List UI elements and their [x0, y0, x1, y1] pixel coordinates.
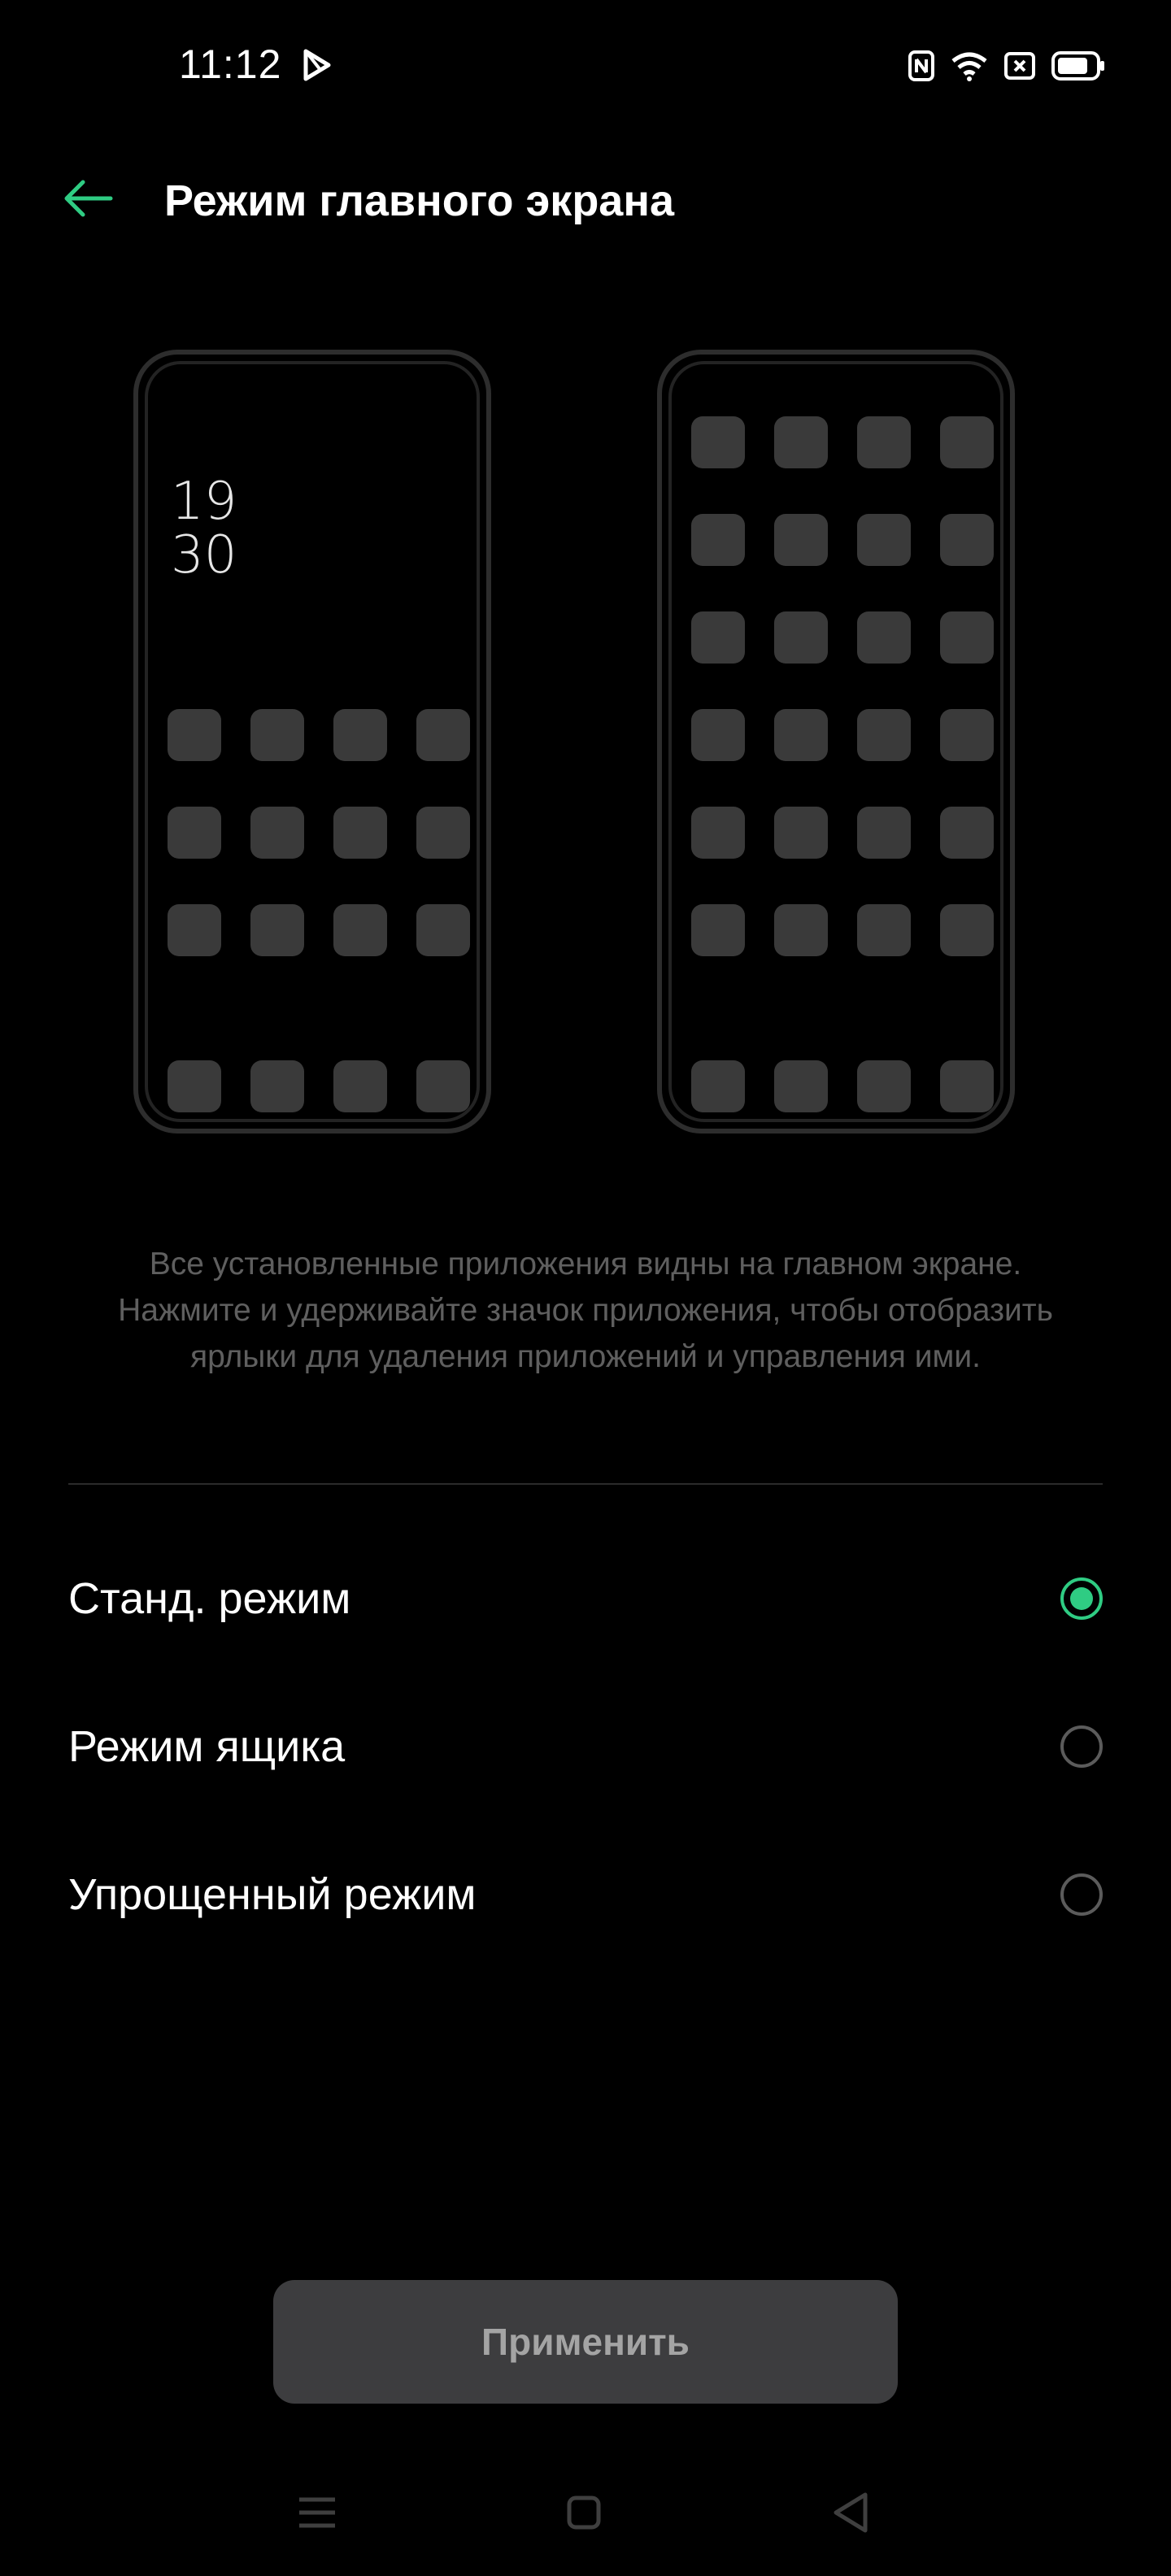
app-tile [416, 709, 470, 761]
app-tile [774, 416, 828, 468]
app-tile [940, 416, 994, 468]
app-tile [691, 709, 745, 761]
play-store-notification-icon [303, 49, 332, 81]
option-label: Станд. режим [68, 1574, 351, 1623]
radio-unselected[interactable] [1060, 1725, 1103, 1768]
app-tile [940, 904, 994, 956]
app-tile [857, 709, 911, 761]
app-tile [168, 709, 221, 761]
dock-grid [691, 1060, 994, 1112]
arrow-left-icon [64, 180, 113, 217]
apply-button[interactable]: Применить [273, 2280, 898, 2404]
app-tile [857, 904, 911, 956]
app-tile [416, 807, 470, 859]
app-tile [857, 807, 911, 859]
clock-hour: 19 [171, 472, 237, 532]
standard-mode-preview: 19 30 [133, 350, 491, 1134]
divider [68, 1483, 1103, 1485]
radio-unselected[interactable] [1060, 1873, 1103, 1916]
app-grid [691, 416, 994, 956]
app-tile [774, 611, 828, 664]
app-tile [774, 807, 828, 859]
app-tile [940, 514, 994, 566]
app-tile [857, 514, 911, 566]
app-tile [333, 904, 387, 956]
clock-minute: 30 [171, 525, 237, 585]
app-tile [691, 416, 745, 468]
option-simple-mode[interactable]: Упрощенный режим [68, 1846, 1103, 1943]
dock-tile [416, 1060, 470, 1112]
app-tile [250, 807, 304, 859]
app-tile [940, 611, 994, 664]
dock-tile [691, 1060, 745, 1112]
option-standard-mode[interactable]: Станд. режим [68, 1550, 1103, 1647]
app-tile [333, 807, 387, 859]
back-button[interactable] [62, 172, 114, 224]
mode-description: Все установленные приложения видны на гл… [49, 1241, 1122, 1380]
app-tile [691, 904, 745, 956]
app-tile [168, 904, 221, 956]
app-tile [250, 904, 304, 956]
sim-x-icon [1003, 51, 1036, 85]
wifi-icon [950, 50, 989, 86]
app-tile [691, 611, 745, 664]
app-tile [168, 807, 221, 859]
back-triangle-icon[interactable] [829, 2490, 872, 2535]
option-label: Упрощенный режим [68, 1870, 477, 1919]
dock-tile [168, 1060, 221, 1112]
app-tile [857, 416, 911, 468]
app-tile [691, 807, 745, 859]
dock-tile [333, 1060, 387, 1112]
app-tile [857, 611, 911, 664]
dock-tile [940, 1060, 994, 1112]
description-line: ярлыки для удаления приложений и управле… [190, 1339, 981, 1374]
status-time: 11:12 [179, 41, 282, 87]
preview-clock: 19 30 [171, 475, 237, 582]
home-icon[interactable] [566, 2495, 602, 2530]
battery-icon [1051, 50, 1106, 85]
dock-tile [774, 1060, 828, 1112]
app-tile [250, 709, 304, 761]
app-tile [691, 514, 745, 566]
dock-tile [857, 1060, 911, 1112]
app-tile [774, 514, 828, 566]
app-grid [168, 709, 470, 956]
nfc-icon [908, 50, 935, 86]
menu-icon[interactable] [296, 2495, 338, 2530]
app-tile [774, 709, 828, 761]
radio-selected[interactable] [1060, 1577, 1103, 1620]
app-tile [774, 904, 828, 956]
option-drawer-mode[interactable]: Режим ящика [68, 1698, 1103, 1795]
app-tile [940, 807, 994, 859]
description-line: Нажмите и удерживайте значок приложения,… [118, 1293, 1053, 1328]
option-label: Режим ящика [68, 1722, 346, 1771]
drawer-mode-preview [657, 350, 1015, 1134]
app-tile [416, 904, 470, 956]
page-title: Режим главного экрана [164, 176, 674, 225]
app-tile [333, 709, 387, 761]
status-icons [908, 47, 1106, 88]
dock-tile [250, 1060, 304, 1112]
dock-grid [168, 1060, 470, 1112]
app-tile [940, 709, 994, 761]
description-line: Все установленные приложения видны на гл… [149, 1247, 1022, 1281]
